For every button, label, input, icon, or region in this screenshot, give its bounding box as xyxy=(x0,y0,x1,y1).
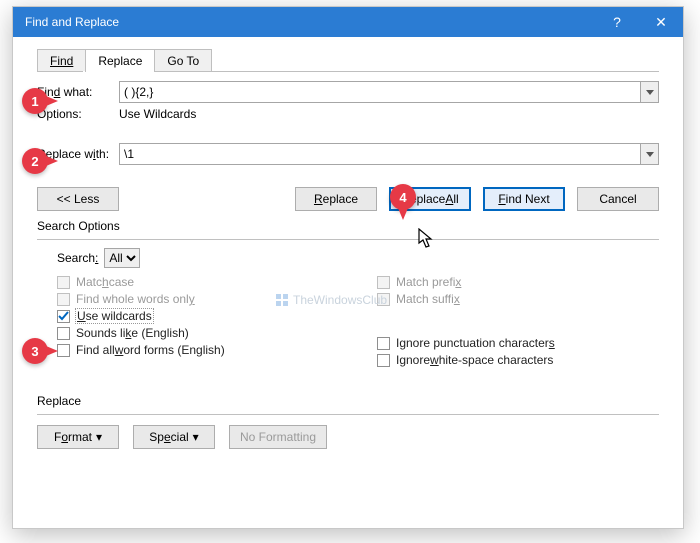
replace-section-header: Replace xyxy=(37,394,81,408)
find-what-dropdown[interactable] xyxy=(641,81,659,103)
use-wildcards-checkbox[interactable]: Use wildcards xyxy=(57,309,377,323)
tab-strip: Find Replace Go To xyxy=(37,49,669,72)
options-label: Options: xyxy=(37,107,119,121)
ignore-punctuation-checkbox[interactable]: Ignore punctuation characters xyxy=(377,336,669,350)
options-value: Use Wildcards xyxy=(119,107,196,121)
replace-with-input[interactable] xyxy=(119,143,641,165)
dialog-window: Find and Replace ? ✕ Find Replace Go To … xyxy=(12,6,684,529)
match-prefix-checkbox: Match prefix xyxy=(377,275,669,289)
annotation-2: 2 xyxy=(22,148,48,174)
find-next-button[interactable]: Find Next xyxy=(483,187,565,211)
special-button[interactable]: Special▾ xyxy=(133,425,215,449)
less-button[interactable]: << Less xyxy=(37,187,119,211)
replace-with-dropdown[interactable] xyxy=(641,143,659,165)
search-direction-label: Search: xyxy=(57,251,98,265)
tab-find[interactable]: Find xyxy=(37,49,86,72)
chevron-down-icon xyxy=(646,90,654,95)
sounds-like-checkbox[interactable]: Sounds like (English) xyxy=(57,326,377,340)
annotation-3: 3 xyxy=(22,338,48,364)
chevron-down-icon xyxy=(646,152,654,157)
window-title: Find and Replace xyxy=(25,15,119,29)
tab-goto[interactable]: Go To xyxy=(154,49,212,72)
annotation-4: 4 xyxy=(390,184,416,210)
help-button[interactable]: ? xyxy=(595,7,639,37)
cancel-button[interactable]: Cancel xyxy=(577,187,659,211)
replace-button[interactable]: Replace xyxy=(295,187,377,211)
format-button[interactable]: Format▾ xyxy=(37,425,119,449)
cursor-icon xyxy=(418,228,436,250)
tab-replace[interactable]: Replace xyxy=(85,49,155,72)
search-direction-select[interactable]: All xyxy=(104,248,140,268)
no-formatting-button: No Formatting xyxy=(229,425,327,449)
word-forms-checkbox[interactable]: Find all word forms (English) xyxy=(57,343,377,357)
watermark: TheWindowsClub xyxy=(275,293,387,307)
match-case-checkbox: Match case xyxy=(57,275,377,289)
ignore-whitespace-checkbox[interactable]: Ignore white-space characters xyxy=(377,353,669,367)
annotation-1: 1 xyxy=(22,88,48,114)
match-suffix-checkbox: Match suffix xyxy=(377,292,669,306)
search-options-header: Search Options xyxy=(37,219,120,233)
find-what-input[interactable] xyxy=(119,81,641,103)
titlebar: Find and Replace ? ✕ xyxy=(13,7,683,37)
close-button[interactable]: ✕ xyxy=(639,7,683,37)
